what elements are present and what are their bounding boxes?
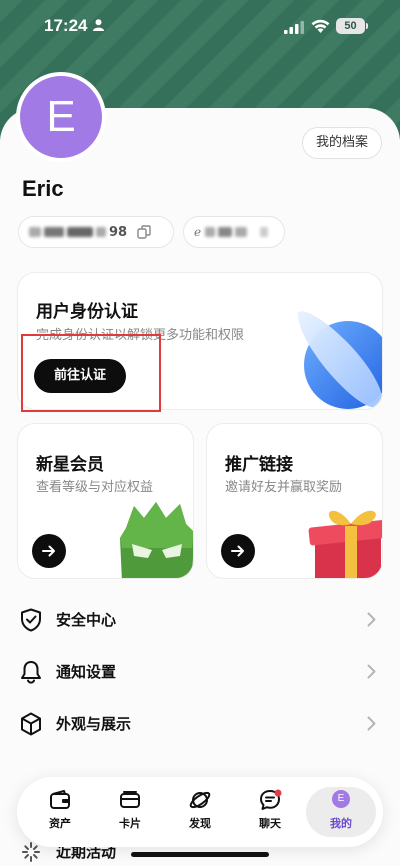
chevron-right-icon xyxy=(367,664,376,679)
link-glyph-icon: ℯ xyxy=(194,225,202,239)
tab-cards[interactable]: 卡片 xyxy=(100,787,160,837)
wallet-icon xyxy=(50,790,70,809)
promo-card-subtitle: 邀请好友并赢取奖励 xyxy=(225,480,343,495)
tab-label: 资产 xyxy=(49,817,71,830)
menu-label: 通知设置 xyxy=(56,663,117,681)
user-id-suffix: 98 xyxy=(109,224,128,240)
status-bar: 17:24 50 xyxy=(0,0,400,54)
status-time: 17:24 xyxy=(44,16,88,35)
copy-icon[interactable] xyxy=(137,225,151,239)
my-profile-button[interactable]: 我的档案 xyxy=(302,127,382,159)
chevron-right-icon xyxy=(367,612,376,627)
promo-card-title: 推广链接 xyxy=(225,455,293,475)
wifi-icon xyxy=(311,19,330,33)
tab-profile[interactable]: E 我的 xyxy=(306,787,376,837)
signal-icon xyxy=(284,21,304,34)
monster-mascot-icon xyxy=(120,502,193,578)
bell-icon xyxy=(21,661,41,684)
tab-label: 聊天 xyxy=(259,817,281,830)
tab-label: 卡片 xyxy=(119,817,141,830)
home-indicator xyxy=(131,852,269,857)
arrow-right-icon xyxy=(42,545,55,557)
promo-arrow-button[interactable] xyxy=(221,534,255,568)
arrow-right-icon xyxy=(231,545,244,557)
referral-link-card[interactable]: 推广链接 邀请好友并赢取奖励 xyxy=(206,423,383,579)
tab-label: 发现 xyxy=(189,817,211,830)
menu-label: 外观与展示 xyxy=(56,715,132,733)
chevron-right-icon xyxy=(367,716,376,731)
user-id-chip[interactable]: 98 xyxy=(18,216,174,248)
menu-label: 安全中心 xyxy=(56,611,117,629)
tab-chat[interactable]: 聊天 xyxy=(240,787,300,837)
tab-discover[interactable]: 发现 xyxy=(170,787,230,837)
menu-item-notification-settings[interactable]: 通知设置 xyxy=(0,646,400,698)
planet-illustration-icon xyxy=(297,311,382,409)
shield-icon xyxy=(21,608,41,632)
person-icon xyxy=(93,19,104,31)
highlight-box xyxy=(21,334,161,412)
username: Eric xyxy=(22,176,64,201)
avatar-icon: E xyxy=(332,790,350,808)
tab-assets[interactable]: 资产 xyxy=(30,787,90,837)
menu-item-appearance[interactable]: 外观与展示 xyxy=(0,698,400,750)
card-icon xyxy=(120,791,140,808)
member-card-subtitle: 查看等级与对应权益 xyxy=(36,480,154,495)
verify-card-title: 用户身份认证 xyxy=(36,302,138,322)
account-chip[interactable]: ℯ xyxy=(183,216,285,248)
cube-icon xyxy=(21,712,41,736)
gift-box-icon xyxy=(308,510,382,578)
member-arrow-button[interactable] xyxy=(32,534,66,568)
planet-icon xyxy=(189,791,211,809)
bottom-tab-bar: 资产 卡片 发现 聊天 E 我的 xyxy=(17,777,383,847)
chat-icon xyxy=(260,789,282,810)
avatar[interactable]: E xyxy=(16,72,106,162)
battery-icon: 50 xyxy=(336,18,368,34)
member-card-title: 新星会员 xyxy=(36,455,104,475)
tab-label: 我的 xyxy=(330,817,352,830)
menu-item-security-center[interactable]: 安全中心 xyxy=(0,594,400,646)
star-member-card[interactable]: 新星会员 查看等级与对应权益 xyxy=(17,423,194,579)
